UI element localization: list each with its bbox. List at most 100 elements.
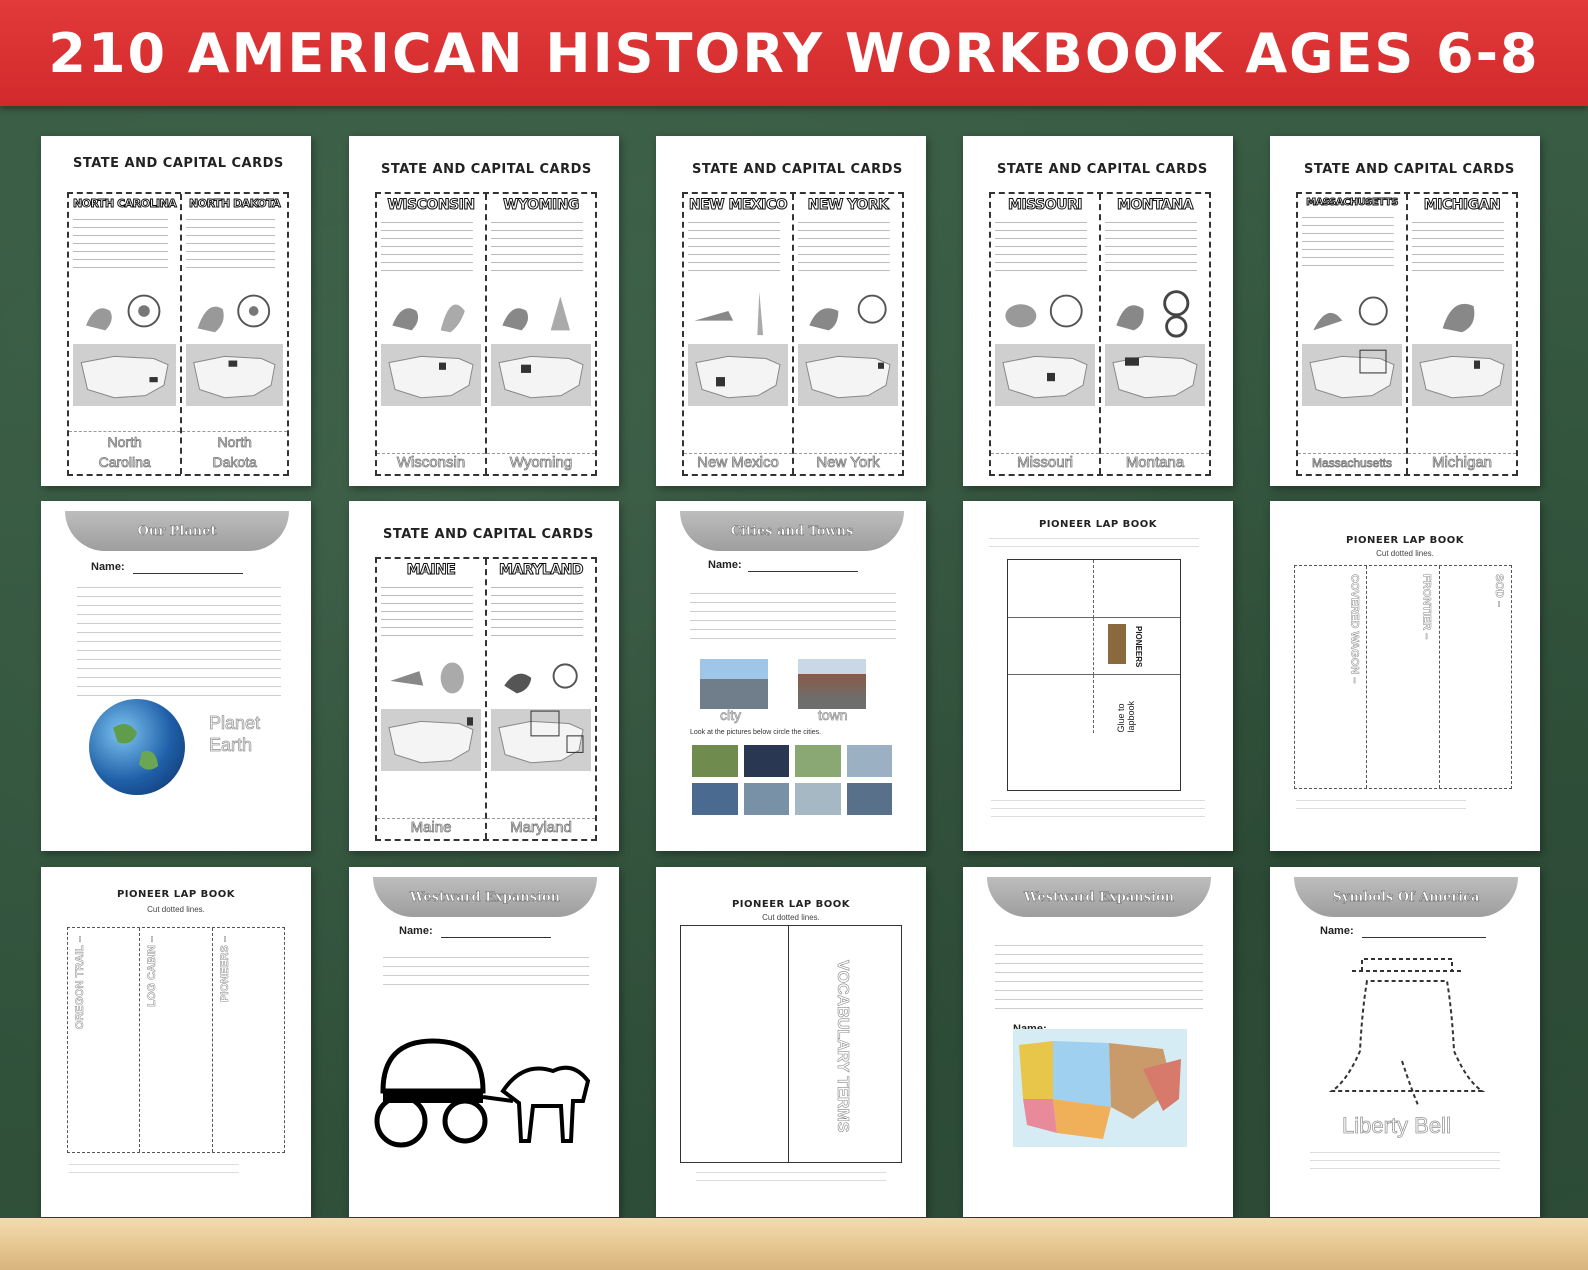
page-title: STATE AND CAPITAL CARDS <box>73 156 284 171</box>
name-label: Name: <box>399 925 433 937</box>
name-label: Name: <box>91 561 125 573</box>
trace-word: city <box>720 707 742 724</box>
bird-flower-illustration <box>1105 282 1205 340</box>
card-frame: NEW MEXICO New Mexico NEW YORK New York <box>682 192 904 476</box>
page-title: STATE AND CAPITAL CARDS <box>997 162 1208 177</box>
pioneer-lapbook-page-3: PIONEER LAP BOOK Cut dotted lines. OREGO… <box>41 867 311 1217</box>
page-title: PIONEER LAP BOOK <box>1038 519 1158 530</box>
us-map <box>186 344 283 406</box>
card-frame: MISSOURI Missouri MONTANA Montana <box>989 192 1211 476</box>
state-name: NEW MEXICO <box>688 197 788 214</box>
grid-photo <box>846 783 892 815</box>
page-title: STATE AND CAPITAL CARDS <box>1304 162 1515 177</box>
title-banner: 210 AMERICAN HISTORY WORKBOOK AGES 6-8 <box>0 0 1588 106</box>
grid-photo <box>846 745 892 777</box>
state-card-left: MASSACHUSETTS Massachusetts <box>1298 194 1406 474</box>
fold-book-grid: PIONEERS Glue to lapbook <box>1007 559 1181 791</box>
glue-label: Glue to lapbook <box>1116 700 1136 733</box>
state-name: NORTH CAROLINA <box>72 197 177 211</box>
trace-word: Missouri <box>991 453 1099 472</box>
earth-image <box>89 699 185 795</box>
worksheet-heading: Westward Expansion <box>987 877 1211 917</box>
state-card-left: MAINE Maine <box>377 559 485 839</box>
heading-text: Cities and Towns <box>730 523 854 539</box>
trace-word: Carolina <box>98 454 151 471</box>
grid-photo <box>692 745 738 777</box>
pioneer-lapbook-page-4: PIONEER LAP BOOK Cut dotted lines. VOCAB… <box>656 867 926 1217</box>
bird-flower-illustration <box>381 282 481 340</box>
symbols-worksheet: Symbols Of America Name: Liberty Bell <box>1270 867 1540 1217</box>
our-planet-worksheet: Our Planet Name: Planet Earth <box>41 501 311 851</box>
worksheet-heading: Westward Expansion <box>373 877 597 917</box>
trace-word: North <box>107 434 142 451</box>
us-map <box>1412 344 1512 406</box>
trace-word: Planet <box>209 713 261 734</box>
state-name: MICHIGAN <box>1423 197 1501 214</box>
term-frontier: FRONTIER – <box>1420 574 1433 640</box>
trace-word: Earth <box>209 735 253 756</box>
bird-flower-illustration <box>381 647 481 705</box>
heading-text: Westward Expansion <box>1023 889 1175 905</box>
wooden-shelf <box>0 1218 1588 1270</box>
covered-wagon-image <box>373 1031 599 1151</box>
name-line <box>748 571 858 572</box>
state-name: MAINE <box>406 562 456 579</box>
us-map <box>73 344 177 406</box>
state-name: WISCONSIN <box>387 197 476 214</box>
state-card-page-5: STATE AND CAPITAL CARDS MASSACHUSETTS Ma… <box>1270 136 1540 486</box>
page-title: STATE AND CAPITAL CARDS <box>381 162 592 177</box>
instruction-text: Cut dotted lines. <box>147 905 205 914</box>
bird-flower-illustration <box>491 282 591 340</box>
us-map <box>491 709 591 771</box>
name-line <box>133 573 243 574</box>
bird-flower-illustration <box>1412 282 1512 340</box>
instruction-text: Cut dotted lines. <box>1376 549 1434 558</box>
grid-photo <box>795 745 841 777</box>
state-card-page-2: STATE AND CAPITAL CARDS WISCONSIN Wiscon… <box>349 136 619 486</box>
state-name: NEW YORK <box>807 197 889 214</box>
term-pioneers: PIONEERS – <box>218 936 231 1003</box>
page-title: PIONEER LAP BOOK <box>116 889 236 900</box>
trace-word: Liberty Bell <box>1342 1113 1452 1139</box>
state-card-left: WISCONSIN Wisconsin <box>377 194 485 474</box>
instruction-text: Look at the pictures below circle the ci… <box>690 729 822 736</box>
bird-flower-illustration <box>491 647 591 705</box>
heading-text: Symbols Of America <box>1332 889 1480 905</box>
trace-word: Massachusetts <box>1298 453 1406 472</box>
westward-worksheet-2: Westward Expansion Name: Name: <box>963 867 1233 1217</box>
state-card-left: MISSOURI Missouri <box>991 194 1099 474</box>
paragraph-lines <box>690 587 896 641</box>
cities-towns-worksheet: Cities and Towns Name: city town Look at… <box>656 501 926 851</box>
state-name: MONTANA <box>1117 197 1194 214</box>
trace-word: North <box>217 434 252 451</box>
name-line <box>1362 937 1486 938</box>
worksheet-heading: Symbols Of America <box>1294 877 1518 917</box>
us-map <box>688 344 788 406</box>
state-card-right: WYOMING Wyoming <box>485 194 595 474</box>
grid-photo <box>743 783 789 815</box>
state-card-page-4: STATE AND CAPITAL CARDS MISSOURI Missour… <box>963 136 1233 486</box>
trace-word: Montana <box>1101 453 1209 472</box>
grid-photo <box>743 745 789 777</box>
term-log-cabin: LOG CABIN – <box>146 936 159 1007</box>
card-frame: NORTH CAROLINA North Carolina NORTH DAKOT… <box>67 192 289 476</box>
state-name: WYOMING <box>503 197 580 214</box>
state-name: NORTH DAKOTA <box>189 197 282 211</box>
trace-word: Maine <box>377 818 485 837</box>
state-card-page-6: STATE AND CAPITAL CARDS MAINE Maine MARY… <box>349 501 619 851</box>
term-covered-wagon: COVERED WAGON – <box>1348 574 1361 684</box>
name-label: Name: <box>1320 925 1354 937</box>
us-map <box>1105 344 1205 406</box>
westward-worksheet-1: Westward Expansion Name: <box>349 867 619 1217</box>
card-frame: MASSACHUSETTS Massachusetts MICHIGAN Mic… <box>1296 192 1518 476</box>
town-photo <box>798 659 866 709</box>
state-card-right: MICHIGAN Michigan <box>1406 194 1516 474</box>
vocabulary-terms-label: VOCABULARY TERMS <box>834 960 852 1133</box>
bird-flower-illustration <box>688 282 788 340</box>
state-name: MARYLAND <box>498 562 584 579</box>
state-name: MISSOURI <box>1008 197 1083 214</box>
vocab-pocket: COVERED WAGON – FRONTIER – SOD – <box>1294 565 1512 789</box>
trace-word: Michigan <box>1408 453 1516 472</box>
us-map <box>381 709 481 771</box>
vocab-pocket: OREGON TRAIL – LOG CABIN – PIONEERS – <box>67 927 285 1153</box>
